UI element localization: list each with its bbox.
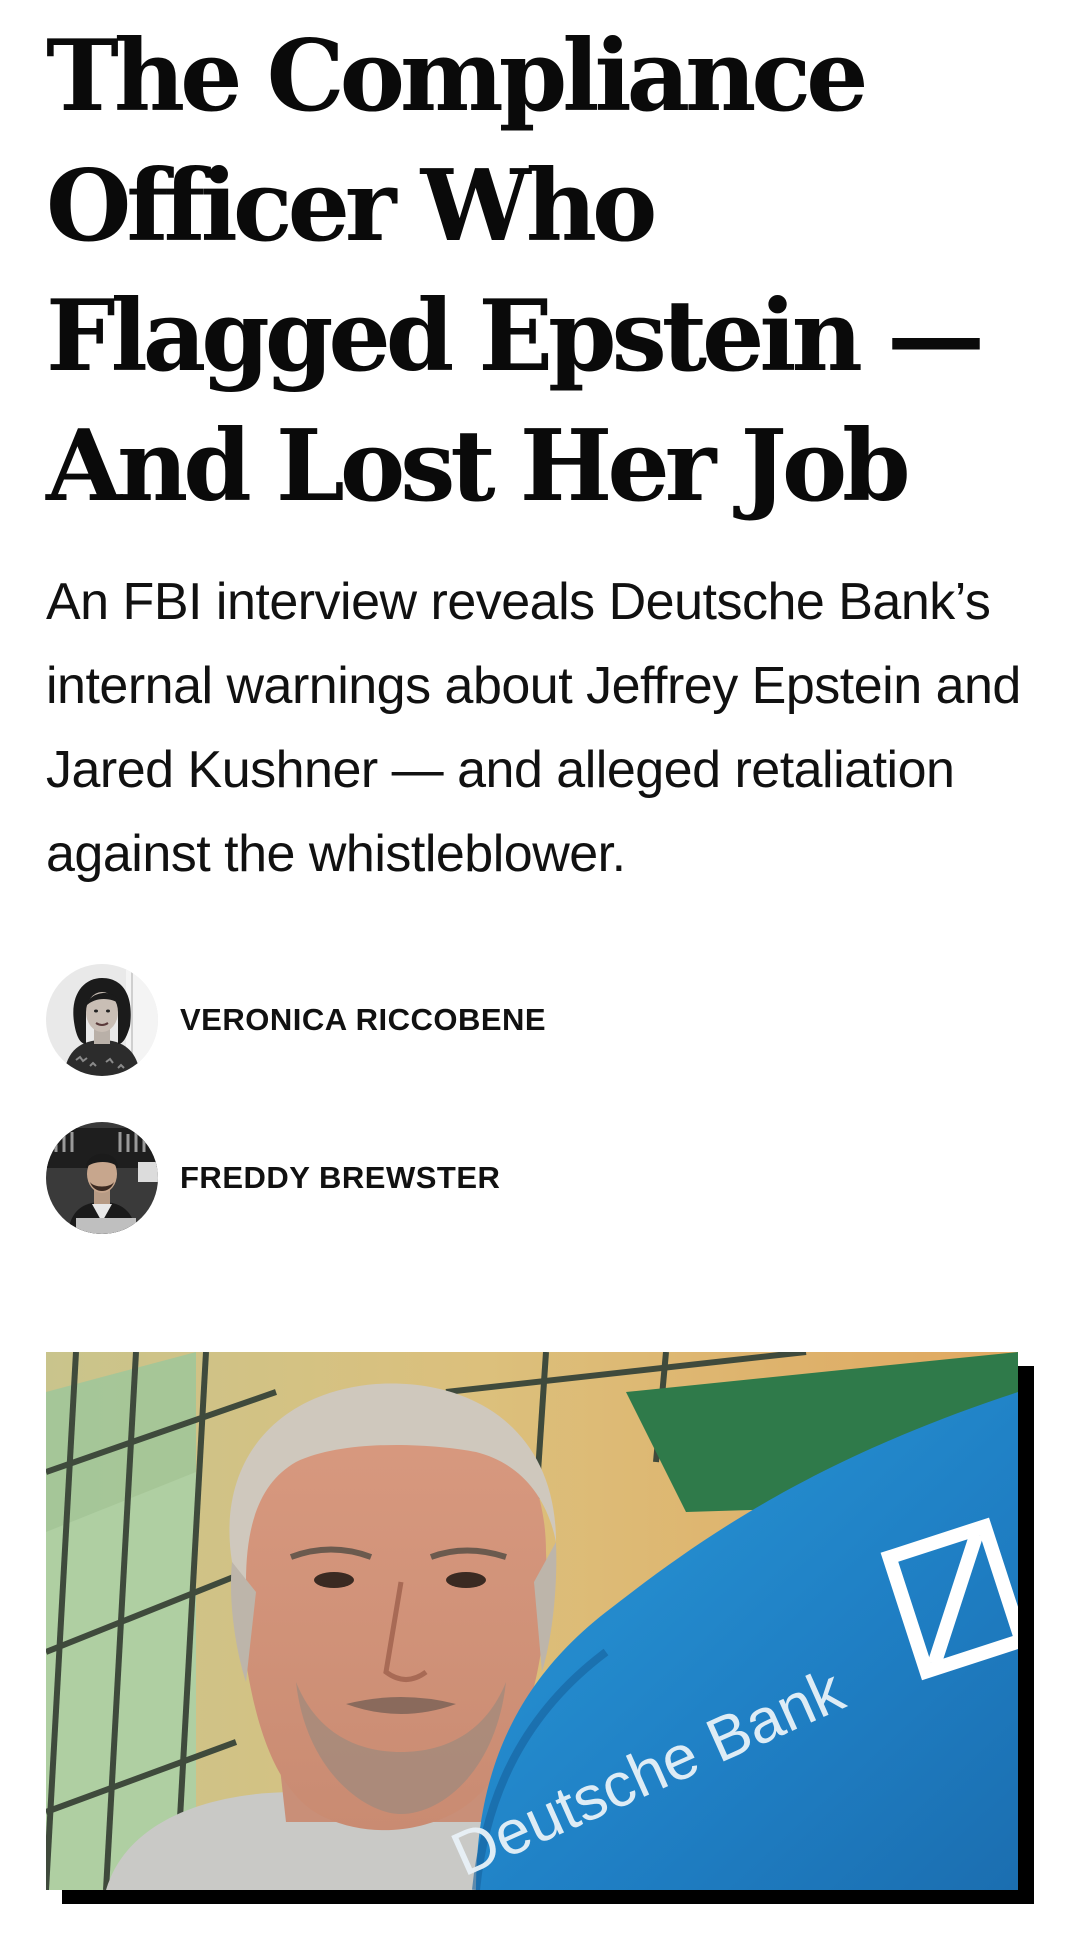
- author-avatar-freddy-brewster[interactable]: [46, 1122, 158, 1234]
- author-avatar-veronica-riccobene[interactable]: [46, 964, 158, 1076]
- man-portrait-icon: [46, 1122, 158, 1234]
- author-byline-veronica-riccobene[interactable]: VERONICA RICCOBENE: [46, 964, 1036, 1076]
- article-dek: An FBI interview reveals Deutsche Bank’s…: [46, 573, 1021, 883]
- hero-image-frame[interactable]: Deutsche Bank: [46, 1352, 1034, 1904]
- epstein-deutsche-bank-photo: Deutsche Bank: [46, 1352, 1018, 1890]
- article-headline: The Compliance Officer Who Flagged Epste…: [46, 19, 985, 524]
- byline-list: VERONICA RICCOBENE FREDDY BREWSTER: [46, 964, 1036, 1234]
- author-name[interactable]: VERONICA RICCOBENE: [180, 1002, 546, 1038]
- author-byline-freddy-brewster[interactable]: FREDDY BREWSTER: [46, 1122, 1036, 1234]
- article: The Compliance Officer Who Flagged Epste…: [46, 0, 1036, 1280]
- hero-image[interactable]: Deutsche Bank: [46, 1352, 1018, 1890]
- woman-portrait-icon: [46, 964, 158, 1076]
- author-name[interactable]: FREDDY BREWSTER: [180, 1160, 500, 1196]
